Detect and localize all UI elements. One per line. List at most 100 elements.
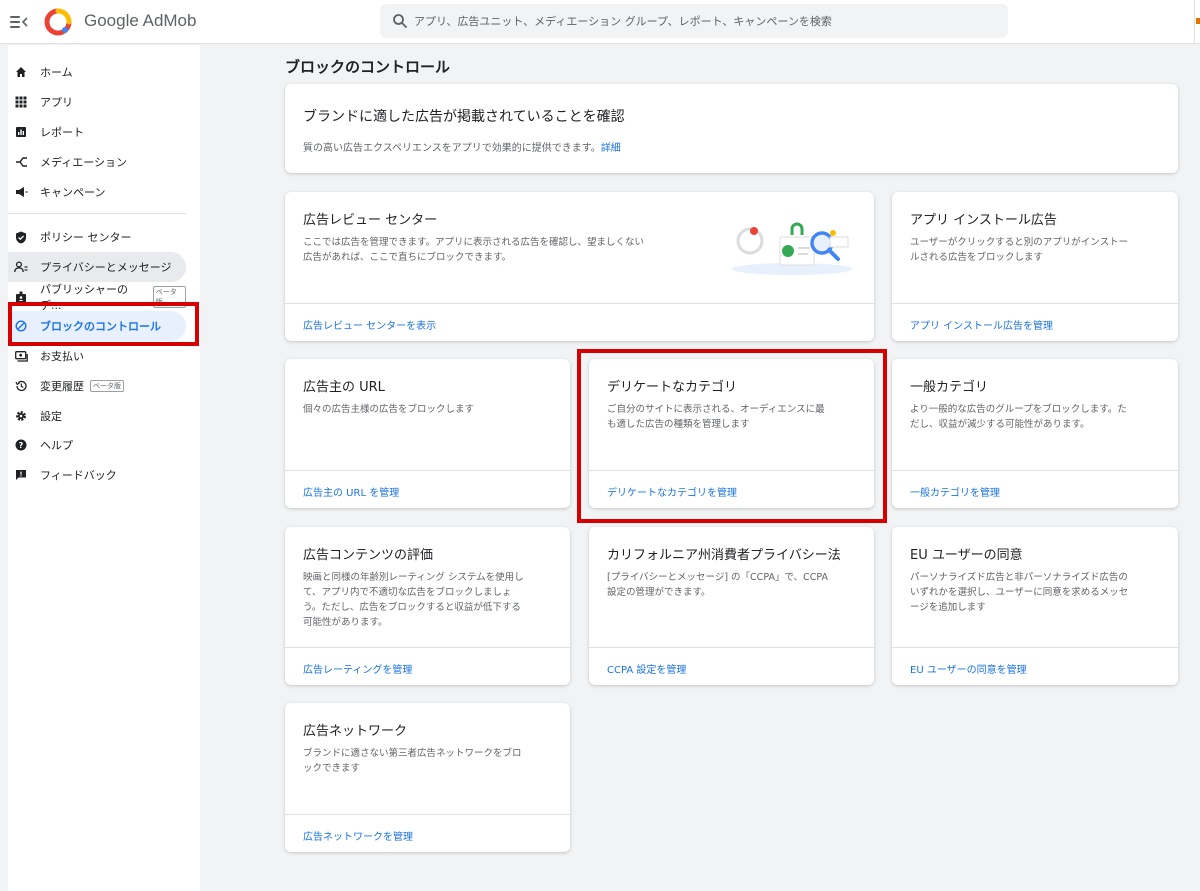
sidebar-item-label: ブロックのコントロール (40, 320, 161, 333)
desc-line: 個々の広告主様の広告をブロックします (303, 404, 475, 415)
manage-eu-consent-link[interactable]: EU ユーザーの同意を管理 (910, 661, 1027, 676)
card-footer: 広告主の URL を管理 (285, 470, 570, 508)
card-description: ブランドに適さない第三者広告ネットワークをブロ ックできます (303, 746, 522, 776)
block-icon (14, 319, 28, 333)
sidebar-item-settings[interactable]: 設定 (8, 401, 186, 431)
sidebar-item-label: レポート (40, 126, 84, 139)
card-ad-networks: 広告ネットワーク ブランドに適さない第三者広告ネットワークをブロ ックできます … (285, 703, 570, 852)
apps-grid-icon (14, 95, 28, 109)
sidebar-item-home[interactable]: ホーム (8, 57, 186, 87)
hero-title: ブランドに適した広告が掲載されていることを確認 (303, 109, 625, 125)
card-footer: アプリ インストール広告を管理 (892, 303, 1178, 341)
gear-icon (14, 409, 28, 423)
manage-advertiser-url-link[interactable]: 広告主の URL を管理 (303, 484, 399, 499)
card-description: ご自分のサイトに表示される、オーディエンスに最 も適した広告の種類を管理します (607, 402, 825, 432)
desc-line: ルされる広告をブロックします (910, 252, 1044, 263)
desc-line: [プライバシーとメッセージ] の「CCPA」で、CCPA (607, 572, 828, 583)
campaign-icon (14, 185, 28, 199)
card-general-categories: 一般カテゴリ より一般的な広告のグループをブロックします。た だし、収益が減少す… (892, 359, 1178, 508)
hero-description: 質の高い広告エクスペリエンスをアプリで効果的に提供できます。詳細 (303, 139, 621, 154)
desc-line: も適した広告の種類を管理します (607, 419, 750, 430)
card-title: 広告レビュー センター (303, 213, 438, 228)
sidebar-item-feedback[interactable]: フィードバック (8, 460, 186, 490)
privacy-icon (14, 260, 28, 274)
desc-line: 設定の管理ができます。 (607, 587, 711, 598)
manage-ad-ratings-link[interactable]: 広告レーティングを管理 (303, 661, 412, 676)
sidebar-item-privacy-messaging[interactable]: プライバシーとメッセージ (8, 252, 186, 282)
card-description: パーソナライズド広告と非パーソナライズド広告の いずれかを選択し、ユーザーに同意… (910, 570, 1128, 615)
manage-ad-networks-link[interactable]: 広告ネットワークを管理 (303, 828, 413, 843)
badge-icon (14, 290, 28, 304)
sidebar: ホーム アプリ レポート メディエーション キャンペーン ポリシー センター プ… (8, 45, 200, 891)
app-brand: Google AdMob (84, 11, 197, 30)
card-ad-content-rating: 広告コンテンツの評価 映画と同様の年齢別レーティング システムを使用し て、アプ… (285, 527, 570, 685)
card-footer: 一般カテゴリを管理 (892, 470, 1178, 508)
desc-line: いずれかを選択し、ユーザーに同意を求めるメッセ (910, 587, 1129, 598)
desc-line: ここでは広告を管理できます。アプリに表示される広告を確認し、望ましくない (303, 237, 645, 248)
card-title: 広告コンテンツの評価 (303, 548, 434, 563)
sidebar-item-help[interactable]: ? ヘルプ (8, 430, 186, 460)
learn-more-link[interactable]: 詳細 (601, 143, 621, 154)
card-title: EU ユーザーの同意 (910, 548, 1023, 563)
payments-icon (14, 349, 28, 363)
card-footer: デリケートなカテゴリを管理 (589, 470, 874, 508)
card-title: アプリ インストール広告 (910, 213, 1057, 228)
manage-general-categories-link[interactable]: 一般カテゴリを管理 (910, 484, 1000, 499)
card-title: デリケートなカテゴリ (607, 380, 738, 395)
card-app-install-ads: アプリ インストール広告 ユーザーがクリックすると別のアプリがインストー ルされ… (892, 192, 1178, 341)
home-icon (14, 65, 28, 79)
sidebar-divider (8, 213, 186, 214)
top-app-bar: Google AdMob (0, 0, 1200, 44)
card-title: 広告ネットワーク (303, 724, 408, 739)
card-footer: EU ユーザーの同意を管理 (892, 647, 1178, 685)
card-eu-user-consent: EU ユーザーの同意 パーソナライズド広告と非パーソナライズド広告の いずれかを… (892, 527, 1178, 685)
card-description: ここでは広告を管理できます。アプリに表示される広告を確認し、望ましくない 広告が… (303, 235, 644, 265)
svg-text:?: ? (19, 441, 24, 450)
card-description: ユーザーがクリックすると別のアプリがインストー ルされる広告をブロックします (910, 235, 1128, 265)
search-bar[interactable] (380, 4, 1008, 38)
sidebar-item-apps[interactable]: アプリ (8, 87, 186, 117)
sidebar-item-label: フィードバック (40, 469, 117, 482)
desc-line: て、アプリ内で不適切な広告をブロックしましょ (303, 587, 512, 598)
desc-line: だし、収益が減少する可能性があります。 (910, 419, 1090, 430)
sidebar-item-label: パブリッシャーのデ... (40, 283, 128, 312)
card-footer: CCPA 設定を管理 (589, 647, 874, 685)
view-ad-review-center-link[interactable]: 広告レビュー センターを表示 (303, 317, 436, 332)
card-ccpa: カリフォルニア州消費者プライバシー法 [プライバシーとメッセージ] の「CCPA… (589, 527, 874, 685)
help-icon: ? (14, 438, 28, 452)
manage-app-install-ads-link[interactable]: アプリ インストール広告を管理 (910, 317, 1053, 332)
account-avatar-edge[interactable] (1196, 18, 1200, 24)
search-input[interactable] (414, 4, 994, 38)
sidebar-item-change-history[interactable]: 変更履歴 ベータ版 (8, 371, 186, 401)
manage-sensitive-categories-link[interactable]: デリケートなカテゴリを管理 (607, 484, 737, 499)
desc-line: より一般的な広告のグループをブロックします。た (910, 404, 1127, 415)
sidebar-item-mediation[interactable]: メディエーション (8, 147, 186, 177)
sidebar-item-label: ヘルプ (40, 439, 73, 452)
card-footer: 広告レーティングを管理 (285, 647, 570, 685)
card-ad-review-center: 広告レビュー センター ここでは広告を管理できます。アプリに表示される広告を確認… (285, 192, 874, 341)
desc-line: ご自分のサイトに表示される、オーディエンスに最 (607, 404, 825, 415)
sidebar-item-payments[interactable]: お支払い (8, 341, 186, 371)
card-footer: 広告ネットワークを管理 (285, 814, 570, 852)
desc-line: 映画と同様の年齢別レーティング システムを使用し (303, 572, 524, 583)
desc-line: ックできます (303, 763, 361, 774)
mediation-icon (14, 155, 28, 169)
sidebar-item-label: 設定 (40, 410, 62, 423)
sidebar-item-blocking-controls[interactable]: ブロックのコントロール (8, 311, 186, 341)
manage-ccpa-settings-link[interactable]: CCPA 設定を管理 (607, 661, 686, 676)
admob-logo-icon[interactable] (44, 8, 72, 36)
card-title: 一般カテゴリ (910, 380, 989, 395)
sidebar-item-label: メディエーション (40, 156, 128, 169)
sidebar-item-reports[interactable]: レポート (8, 117, 186, 147)
report-icon (14, 125, 28, 139)
card-description: 映画と同様の年齢別レーティング システムを使用し て、アプリ内で不適切な広告をブ… (303, 570, 524, 630)
menu-collapse-icon[interactable] (10, 13, 28, 31)
sidebar-item-policy-center[interactable]: ポリシー センター (8, 222, 186, 252)
sidebar-item-publisher-data[interactable]: パブリッシャーのデ... ベータ版 (8, 282, 186, 312)
sidebar-item-campaigns[interactable]: キャンペーン (8, 177, 186, 207)
sidebar-item-label: ホーム (40, 66, 73, 79)
page-title: ブロックのコントロール (285, 58, 451, 76)
card-sensitive-categories: デリケートなカテゴリ ご自分のサイトに表示される、オーディエンスに最 も適した広… (589, 359, 874, 508)
desc-line: う。ただし、広告をブロックすると収益が低下する (303, 602, 521, 613)
feedback-icon (14, 468, 28, 482)
